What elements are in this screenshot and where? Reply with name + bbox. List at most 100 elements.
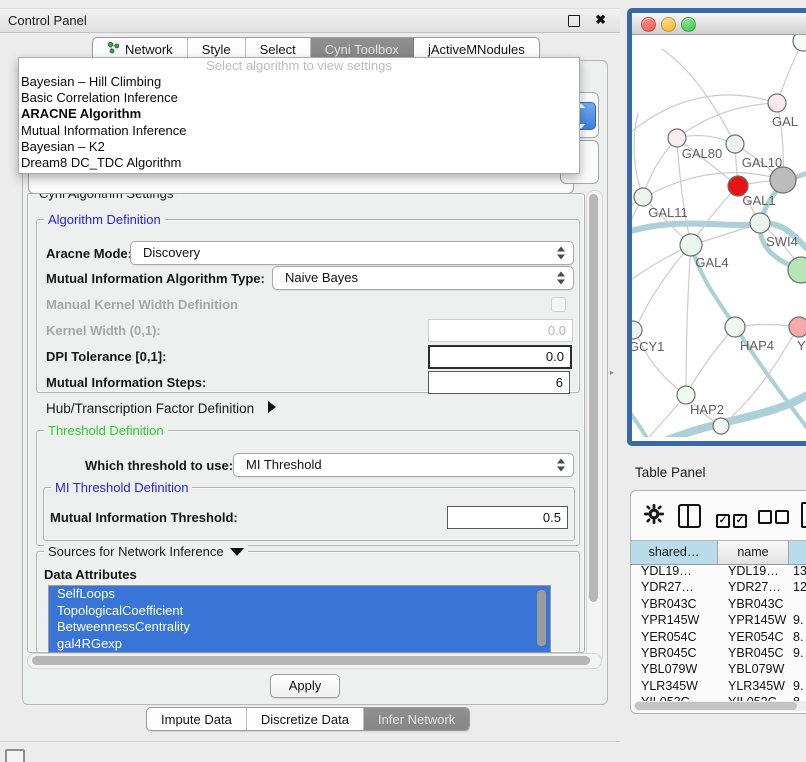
- split-table-icon[interactable]: [678, 504, 701, 528]
- attribute-item[interactable]: TopologicalCoefficient: [49, 603, 550, 620]
- which-threshold-select[interactable]: MI Threshold: [233, 453, 574, 477]
- network-node[interactable]: [680, 234, 702, 256]
- network-node[interactable]: [793, 35, 806, 51]
- network-node[interactable]: [789, 317, 806, 337]
- new-table-icon[interactable]: [801, 502, 806, 528]
- table-cell: YBR045C: [718, 645, 789, 661]
- sources-title-text: Sources for Network Inference: [48, 544, 224, 559]
- network-canvas[interactable]: GALGAL80GAL10GAL1GAL11SWI4GAL4GCY1HAP4YH…: [632, 35, 806, 441]
- attribute-item[interactable]: gal4RGexp: [49, 636, 550, 653]
- table-row[interactable]: YER054CYER054C8.: [631, 629, 806, 645]
- network-node[interactable]: [788, 257, 806, 283]
- which-threshold-label: Which threshold to use:: [85, 458, 233, 473]
- apply-button[interactable]: Apply: [270, 674, 340, 698]
- gear-icon[interactable]: [643, 503, 665, 525]
- table-cell: YIL052C: [718, 694, 789, 701]
- cyni-bottom-tabbar: Impute DataDiscretize DataInfer Network: [146, 707, 470, 731]
- kernel-width-field[interactable]: 0.0: [428, 319, 573, 342]
- algorithm-option[interactable]: ARACNE Algorithm: [19, 106, 579, 122]
- table-row[interactable]: YBR045CYBR045C9.: [631, 645, 806, 661]
- table-cell: YPR145W: [718, 612, 789, 628]
- mi-steps-label: Mutual Information Steps:: [46, 375, 206, 390]
- mi-steps-field[interactable]: 6: [428, 371, 570, 394]
- table-cell: 8: [789, 694, 806, 701]
- tab-impute-data[interactable]: Impute Data: [147, 708, 247, 730]
- scrollbar-thumb[interactable]: [589, 194, 598, 602]
- column-header-shared…[interactable]: shared…: [631, 541, 718, 564]
- settings-vertical-scrollbar[interactable]: [586, 190, 603, 664]
- node-label: GAL: [772, 114, 798, 129]
- stepper-icon: [557, 247, 566, 260]
- network-node[interactable]: [632, 321, 642, 339]
- attribute-item[interactable]: SelfLoops: [49, 586, 550, 603]
- table-cell: YER054C: [631, 629, 718, 645]
- node-label: SWI4: [766, 234, 798, 249]
- table-row[interactable]: YLR345WYLR345W9.: [631, 678, 806, 694]
- attribute-item[interactable]: BetweennessCentrality: [49, 619, 550, 636]
- deselect-all-icon[interactable]: [758, 510, 792, 529]
- hub-definition-toggle[interactable]: Hub/Transcription Factor Definition: [46, 401, 276, 416]
- table-row[interactable]: YIL052CYIL052C8: [631, 694, 806, 701]
- float-panel-icon[interactable]: [568, 15, 580, 27]
- mi-threshold-definition-title: MI Threshold Definition: [51, 480, 192, 495]
- column-header-extra[interactable]: [789, 541, 806, 564]
- close-window-icon[interactable]: [641, 17, 656, 32]
- table-cell: YIL052C: [631, 694, 718, 701]
- table-cell: YBR043C: [631, 596, 718, 612]
- table-row[interactable]: YDL19…YDL19…13: [631, 563, 806, 579]
- manual-kernel-width-checkbox[interactable]: [551, 297, 566, 312]
- scrollbar-thumb[interactable]: [32, 656, 590, 665]
- network-node[interactable]: [726, 135, 744, 153]
- mi-algorithm-type-select[interactable]: Naive Bayes: [272, 266, 574, 290]
- control-panel: Control Panel ✖ NetworkStyleSelectCyni T…: [0, 8, 620, 742]
- settings-horizontal-scrollbar[interactable]: [27, 653, 602, 669]
- network-view-window[interactable]: GALGAL80GAL10GAL1GAL11SWI4GAL4GCY1HAP4YH…: [627, 8, 806, 446]
- network-node[interactable]: [770, 167, 796, 193]
- tab-infer-network[interactable]: Infer Network: [364, 708, 469, 730]
- network-node[interactable]: [768, 94, 786, 112]
- splitter-handle[interactable]: ▸: [610, 368, 614, 377]
- network-node[interactable]: [725, 317, 745, 337]
- tab-discretize-data[interactable]: Discretize Data: [247, 708, 364, 730]
- table-row[interactable]: YBL079WYBL079W: [631, 661, 806, 677]
- table-cell: YER054C: [718, 629, 789, 645]
- network-edge: [686, 327, 735, 395]
- network-node[interactable]: [668, 129, 686, 147]
- table-cell: 12: [789, 579, 806, 595]
- list-scrollbar-thumb[interactable]: [537, 590, 546, 646]
- table-row[interactable]: YPR145WYPR145W9.: [631, 612, 806, 628]
- algorithm-option[interactable]: Bayesian – K2: [19, 139, 579, 155]
- aracne-mode-select[interactable]: Discovery: [130, 241, 574, 265]
- table-toolbar: ✓✓: [631, 491, 806, 539]
- table-row[interactable]: YDR27…YDR27…12: [631, 579, 806, 595]
- close-icon[interactable]: ✖: [595, 12, 606, 28]
- manual-kernel-width-label: Manual Kernel Width Definition: [46, 297, 238, 312]
- minimize-window-icon[interactable]: [661, 17, 676, 32]
- table-horizontal-scrollbar[interactable]: [633, 701, 806, 711]
- zoom-window-icon[interactable]: [681, 17, 696, 32]
- data-attributes-list[interactable]: SelfLoopsTopologicalCoefficientBetweenne…: [48, 585, 551, 653]
- sources-title[interactable]: Sources for Network Inference: [44, 544, 248, 559]
- algorithm-option[interactable]: Dream8 DC_TDC Algorithm: [19, 155, 579, 171]
- node-label: GAL80: [682, 146, 722, 161]
- mi-threshold-field[interactable]: 0.5: [447, 506, 568, 529]
- network-node[interactable]: [750, 213, 770, 233]
- node-label: GAL4: [695, 255, 728, 270]
- algorithm-option[interactable]: Basic Correlation Inference: [19, 90, 579, 106]
- algorithm-option[interactable]: Mutual Information Inference: [19, 123, 579, 139]
- table-cell: YBL079W: [718, 661, 789, 677]
- network-window-titlebar[interactable]: [632, 13, 806, 35]
- tab-label: jActiveMNodules: [428, 42, 525, 57]
- algorithm-option[interactable]: Bayesian – Hill Climbing: [19, 74, 579, 90]
- network-node[interactable]: [634, 188, 652, 206]
- table-cell: YDL19…: [718, 563, 789, 579]
- dpi-tolerance-field[interactable]: 0.0: [428, 345, 572, 369]
- network-node[interactable]: [713, 418, 729, 434]
- column-header-name[interactable]: name: [718, 541, 789, 564]
- collapsed-panel-icon[interactable]: [5, 749, 25, 762]
- table-cell: YBR043C: [718, 596, 789, 612]
- scrollbar-thumb[interactable]: [635, 702, 797, 710]
- network-edge: [632, 95, 777, 145]
- table-row[interactable]: YBR043CYBR043C: [631, 596, 806, 612]
- select-all-icon[interactable]: ✓✓: [716, 510, 750, 528]
